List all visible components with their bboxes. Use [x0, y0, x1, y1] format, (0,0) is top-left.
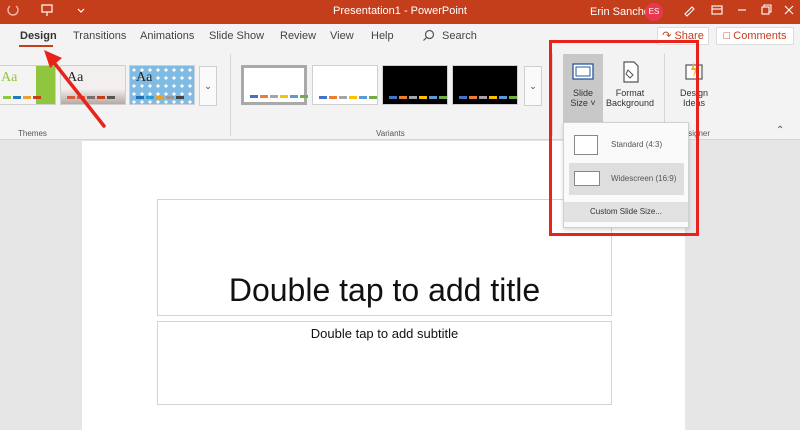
annotation-arrow — [44, 50, 106, 128]
